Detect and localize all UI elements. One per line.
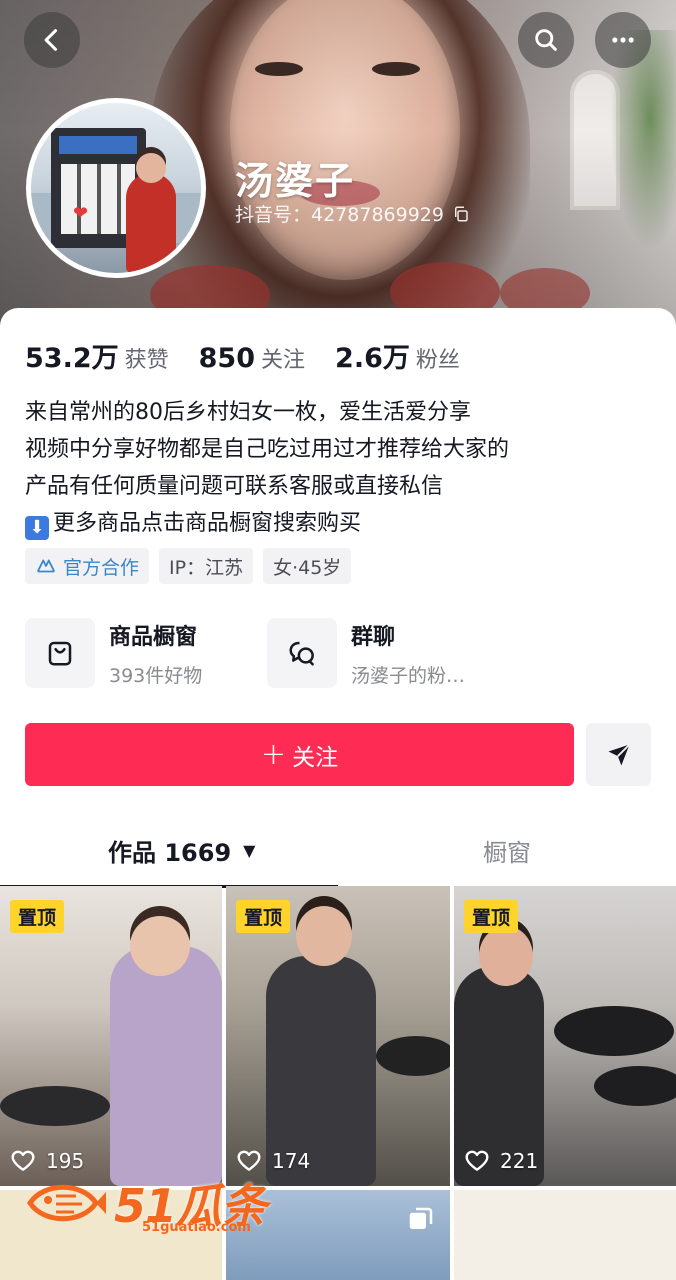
- bio-line-text: 更多商品点击商品橱窗搜索购买: [53, 511, 362, 536]
- video-thumbnail[interactable]: 置顶 221: [454, 886, 676, 1186]
- more-button[interactable]: [595, 12, 651, 68]
- share-button[interactable]: [586, 723, 651, 786]
- chat-bubbles-icon: [289, 641, 314, 666]
- stat-value: 2.6万: [335, 343, 410, 374]
- stat-value: 850: [198, 343, 256, 374]
- send-icon: [608, 743, 630, 765]
- entry-title: 商品橱窗: [109, 624, 198, 650]
- shop-icon-box: [25, 618, 95, 688]
- stat-label: 获赞: [124, 348, 169, 373]
- entry-title: 群聊: [351, 624, 396, 650]
- stat-label: 关注: [261, 348, 306, 373]
- ip-location-tag: IP：江苏: [159, 548, 254, 584]
- video-thumbnail[interactable]: 置顶 195: [0, 886, 222, 1186]
- follow-button[interactable]: + 关注: [25, 723, 574, 786]
- stat-following[interactable]: 850 关注: [199, 342, 305, 374]
- follow-label: 关注: [292, 744, 339, 771]
- pinned-badge: 置顶: [10, 900, 65, 933]
- group-icon-box: [267, 618, 337, 688]
- like-count-text: 174: [272, 1149, 311, 1173]
- chevron-left-icon: [44, 29, 58, 51]
- down-arrow-emoji-icon: ⬇: [25, 516, 49, 540]
- tab-works[interactable]: 作品 1669 ▼: [108, 813, 255, 888]
- shop-window-entry[interactable]: 商品橱窗 393件好物: [25, 618, 267, 688]
- action-row: + 关注: [25, 723, 651, 786]
- video-thumbnail[interactable]: 置顶 174: [226, 886, 450, 1186]
- bio-line: 产品有任何质量问题可联系客服或直接私信: [25, 474, 444, 499]
- multi-image-icon: [409, 1207, 433, 1229]
- bio-line: 视频中分享好物都是自己吃过用过才推荐给大家的: [25, 437, 510, 462]
- tab-label: 作品 1669: [108, 839, 232, 867]
- copy-icon[interactable]: [452, 205, 470, 223]
- gender-age-tag: 女·45岁: [263, 548, 352, 584]
- tab-label: 橱窗: [483, 839, 531, 867]
- tag-label: 官方合作: [63, 556, 140, 579]
- stat-value: 53.2万: [25, 343, 119, 374]
- search-button[interactable]: [518, 12, 574, 68]
- tab-shop-window[interactable]: 橱窗: [483, 813, 531, 888]
- site-watermark: 51瓜条 51guatiao.com: [24, 1170, 267, 1236]
- entry-subtitle: 汤婆子的粉…: [351, 664, 466, 687]
- back-button[interactable]: [24, 12, 80, 68]
- like-count: 221: [464, 1148, 538, 1174]
- search-icon: [535, 29, 557, 51]
- content-tabs: 作品 1669 ▼ 橱窗: [0, 813, 676, 888]
- stat-label: 粉丝: [415, 348, 460, 373]
- bio: 来自常州的80后乡村妇女一枚，爱生活爱分享 视频中分享好物都是自己吃过用过才推荐…: [25, 394, 655, 542]
- fish-logo-icon: [26, 1184, 106, 1222]
- like-count-text: 221: [500, 1149, 539, 1173]
- nickname: 汤婆子: [235, 159, 356, 203]
- pinned-badge: 置顶: [464, 900, 519, 933]
- official-partner-tag[interactable]: 官方合作: [25, 548, 150, 584]
- tag-row: 官方合作 IP：江苏 女·45岁: [25, 548, 352, 584]
- tag-label: 女·45岁: [273, 556, 342, 579]
- entry-subtitle: 393件好物: [109, 664, 203, 687]
- tag-label: IP：江苏: [169, 556, 244, 579]
- official-partner-icon: [36, 559, 56, 573]
- bio-line: 来自常州的80后乡村妇女一枚，爱生活爱分享: [25, 400, 471, 425]
- douyin-id[interactable]: 抖音号：42787869929: [235, 200, 470, 227]
- bio-line: ⬇ 更多商品点击商品橱窗搜索购买: [25, 505, 655, 542]
- avatar[interactable]: ❤: [26, 98, 206, 278]
- entry-row: 商品橱窗 393件好物 群聊 汤婆子的粉…: [25, 618, 509, 688]
- watermark-subtext: 51guatiao.com: [142, 1220, 251, 1235]
- stats-row: 53.2万 获赞 850 关注 2.6万 粉丝: [25, 336, 490, 375]
- caret-down-icon: ▼: [243, 841, 256, 860]
- douyin-id-text: 抖音号：42787869929: [235, 204, 444, 226]
- stat-likes[interactable]: 53.2万 获赞: [25, 336, 169, 375]
- video-thumbnail[interactable]: [454, 1190, 676, 1280]
- shopping-bag-icon: [48, 641, 72, 666]
- more-dots-icon: [612, 37, 634, 43]
- group-chat-entry[interactable]: 群聊 汤婆子的粉…: [267, 618, 509, 688]
- plus-icon: +: [260, 737, 287, 772]
- pinned-badge: 置顶: [236, 900, 291, 933]
- heart-icon: [465, 1150, 489, 1171]
- stat-followers[interactable]: 2.6万 粉丝: [335, 336, 460, 375]
